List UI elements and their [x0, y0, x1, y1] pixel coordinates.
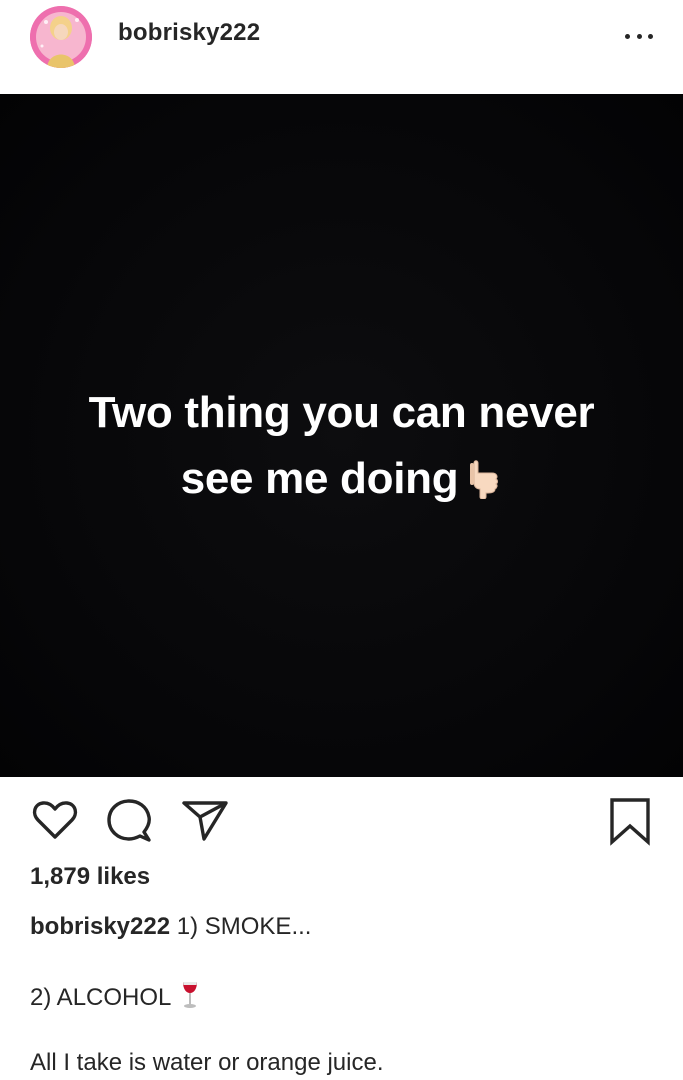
header-username[interactable]: bobrisky222	[118, 19, 260, 47]
caption-username[interactable]: bobrisky222	[30, 913, 170, 940]
likes-count[interactable]: 1,879 likes	[30, 863, 150, 891]
avatar[interactable]	[30, 6, 92, 68]
more-dot	[636, 33, 642, 39]
post-text-line1: Two thing you can never	[88, 388, 595, 437]
bookmark-icon[interactable]	[605, 795, 655, 854]
caption-line2: 2) ALCOHOL	[30, 981, 199, 1017]
post-actions-bar	[0, 795, 683, 855]
avatar-image	[30, 6, 92, 68]
post-image-text: Two thing you can never see me doing	[0, 380, 683, 518]
more-dot	[625, 33, 630, 39]
post-text-line2-text: see me doing	[180, 454, 459, 503]
share-icon[interactable]	[180, 795, 230, 850]
pointing-down-hand-icon	[468, 452, 502, 518]
caption: bobrisky222 1) SMOKE...	[30, 912, 653, 942]
post-text-line2: see me doing	[0, 446, 683, 518]
caption-line1: 1) SMOKE...	[176, 913, 312, 940]
more-dot	[648, 33, 653, 39]
heart-icon[interactable]	[30, 795, 80, 850]
comment-icon[interactable]	[104, 795, 154, 850]
post-header: bobrisky222	[0, 0, 683, 94]
wine-glass-icon	[181, 981, 199, 1017]
caption-line3: All I take is water or orange juice.	[30, 1049, 384, 1076]
more-options-icon[interactable]	[625, 28, 653, 44]
caption-line2-text: 2) ALCOHOL	[30, 984, 172, 1011]
